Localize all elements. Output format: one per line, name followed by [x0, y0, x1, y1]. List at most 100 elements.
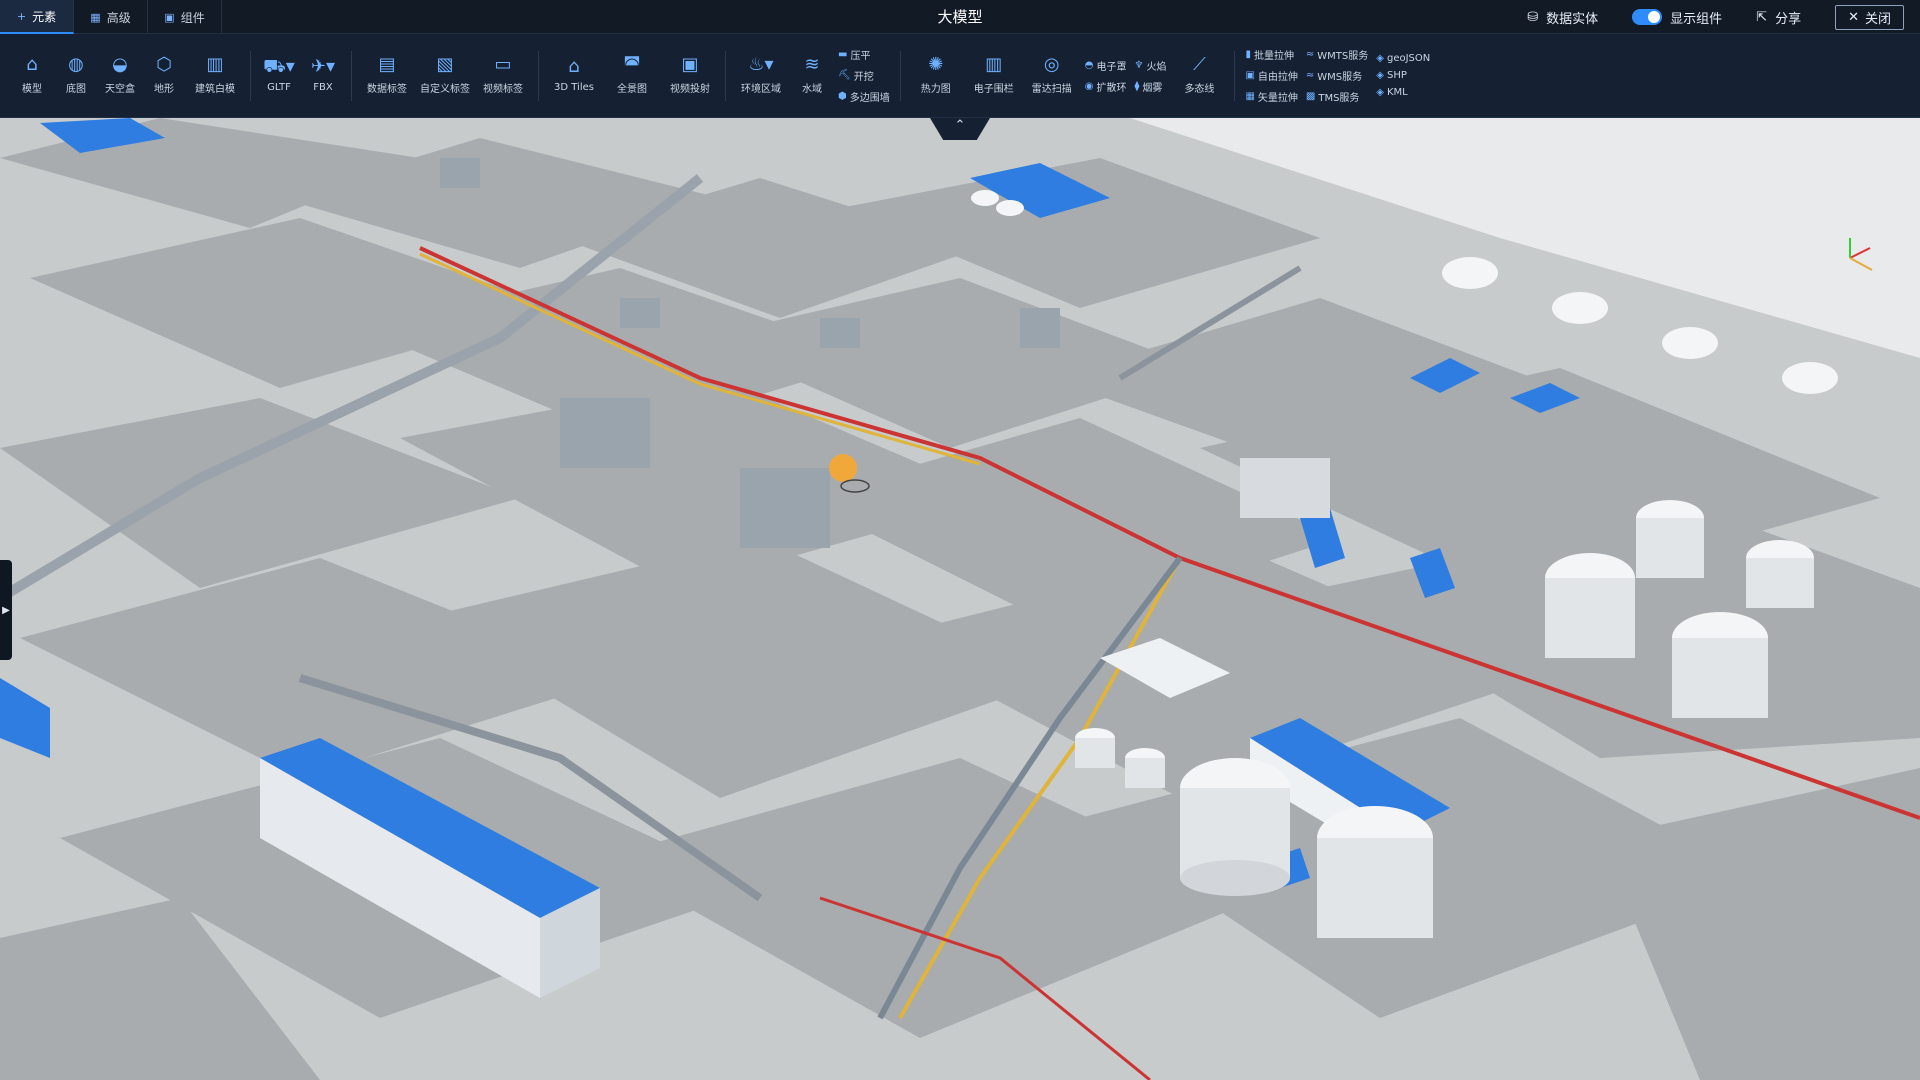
tool-terrain[interactable]: ⬡ 地形: [142, 41, 186, 111]
share-button[interactable]: ⇱ 分享: [1756, 8, 1801, 27]
component-icon: ▣: [164, 10, 175, 24]
tool-tms[interactable]: ▩ TMS服务: [1306, 89, 1368, 104]
divider: [538, 50, 539, 101]
tool-building[interactable]: ▥ 建筑白模: [186, 41, 244, 111]
tool-excavate[interactable]: ⛏ 开挖: [838, 68, 890, 83]
ripple-icon: ◉: [1084, 80, 1094, 92]
tool-wmts[interactable]: ≈ WMTS服务: [1306, 47, 1368, 62]
mode-tabs: + 元素 ▦ 高级 ▣ 组件: [0, 0, 222, 34]
geojson-icon: ◈: [1376, 53, 1384, 64]
building-icon: ▥: [206, 54, 224, 75]
video-project-icon: ▣: [681, 54, 699, 75]
close-button[interactable]: ✕ 关闭: [1835, 4, 1904, 30]
toggle-switch[interactable]: [1632, 9, 1663, 25]
shield-icon: ◓: [1084, 59, 1094, 71]
tool-ripple[interactable]: ◉ 扩散环: [1085, 79, 1127, 94]
tool-vector-extrude[interactable]: ▦ 矢量拉伸: [1245, 89, 1297, 104]
tool-video-label[interactable]: ▭ 视频标签: [474, 41, 532, 111]
share-icon: ⇱: [1756, 9, 1768, 25]
env-area-icon: ♨▾: [748, 54, 774, 75]
smoke-icon: ⧫: [1134, 80, 1140, 92]
custom-label-icon: ▧: [436, 54, 454, 75]
tool-video-project[interactable]: ▣ 视频投射: [661, 41, 719, 111]
env-stack: ▬ 压平 ⛏ 开挖 ⬢ 多边围墙: [834, 47, 894, 104]
tool-panorama[interactable]: ◚ 全景图: [603, 41, 661, 111]
data-label-icon: ▤: [378, 54, 396, 75]
tool-shield[interactable]: ◓ 电子罩: [1085, 58, 1127, 73]
divider: [725, 50, 726, 101]
wall-icon: ⬢: [838, 91, 847, 102]
tool-polyline[interactable]: ⟋ 多态线: [1170, 41, 1228, 111]
chevron-right-icon: ▶: [2, 604, 10, 616]
axis-gizmo-icon: [1849, 238, 1873, 271]
tool-wms[interactable]: ≈ WMS服务: [1306, 68, 1368, 83]
scene-canvas: [0, 118, 1920, 1080]
excavate-icon: ⛏: [838, 70, 851, 81]
fence-icon: ▥: [985, 54, 1003, 75]
collapse-icon: ⌃: [954, 118, 966, 133]
tms-icon: ▩: [1305, 91, 1316, 102]
fbx-icon: ✈▾: [310, 56, 336, 77]
tab-components[interactable]: ▣ 组件: [148, 0, 222, 34]
divider: [250, 50, 251, 101]
tab-elements[interactable]: + 元素: [0, 0, 74, 34]
model-icon: ⌂: [26, 54, 38, 75]
kml-icon: ◈: [1376, 87, 1384, 98]
top-right-controls: ⛁ 数据实体 显示组件 ⇱ 分享 ✕ 关闭: [1527, 0, 1904, 34]
extrude-stack: ▮ 批量拉伸 ▣ 自由拉伸 ▦ 矢量拉伸: [1241, 47, 1301, 104]
tool-polygon-wall[interactable]: ⬢ 多边围墙: [838, 89, 890, 104]
tool-shp[interactable]: ◈ SHP: [1376, 70, 1430, 81]
toolbar: ⌂ 模型 ◍ 底图 ◒ 天空盒 ⬡ 地形 ▥ 建筑白模 ⛟▾ GLTF ✈▾ FBX ▤ 数据标…: [0, 34, 1920, 118]
grid-icon: ▦: [90, 10, 101, 24]
radar-icon: ◎: [1043, 54, 1060, 75]
tool-radar[interactable]: ◎ 雷达扫描: [1023, 41, 1081, 111]
side-panel-handle[interactable]: ▶: [0, 560, 12, 660]
tool-flatten[interactable]: ▬ 压平: [838, 47, 890, 62]
flame-icon: ♆: [1134, 59, 1144, 71]
heatmap-icon: ✺: [928, 54, 944, 75]
divider: [1234, 50, 1236, 101]
tool-gltf[interactable]: ⛟▾ GLTF: [257, 41, 301, 111]
tool-custom-label[interactable]: ▧ 自定义标签: [416, 41, 474, 111]
panorama-icon: ◚: [623, 54, 641, 75]
divider: [351, 50, 352, 101]
tool-fence[interactable]: ▥ 电子围栏: [965, 41, 1023, 111]
wmts-icon: ≈: [1305, 49, 1315, 60]
polyline-icon: ⟋: [1193, 54, 1206, 75]
terrain-icon: ⬡: [156, 54, 172, 75]
shp-icon: ◈: [1376, 70, 1384, 81]
service-stack: ≈ WMTS服务 ≈ WMS服务 ▩ TMS服务: [1302, 47, 1372, 104]
bars-icon: ▮: [1245, 49, 1251, 60]
tab-advanced[interactable]: ▦ 高级: [74, 0, 148, 34]
tool-geojson[interactable]: ◈ geoJSON: [1376, 53, 1430, 64]
tool-flame[interactable]: ♆ 火焰: [1134, 58, 1166, 73]
fx-stack-2: ♆ 火焰 ⧫ 烟雾: [1130, 58, 1170, 94]
water-icon: ≋: [804, 54, 820, 75]
show-components-toggle[interactable]: 显示组件: [1632, 8, 1722, 27]
close-icon: ✕: [1848, 9, 1859, 25]
database-icon: ⛁: [1527, 9, 1539, 25]
tool-heatmap[interactable]: ✺ 热力图: [907, 41, 965, 111]
tool-skybox[interactable]: ◒ 天空盒: [98, 41, 142, 111]
flatten-icon: ▬: [838, 49, 848, 60]
divider: [899, 50, 901, 101]
tool-3d-tiles[interactable]: ⌂ 3D Tiles: [545, 41, 603, 111]
file-stack: ◈ geoJSON ◈ SHP ◈ KML: [1372, 53, 1434, 98]
tool-basemap[interactable]: ◍ 底图: [54, 41, 98, 111]
tool-data-label[interactable]: ▤ 数据标签: [358, 41, 416, 111]
fx-stack-1: ◓ 电子罩 ◉ 扩散环: [1081, 58, 1131, 94]
tool-free-extrude[interactable]: ▣ 自由拉伸: [1245, 68, 1297, 83]
tool-fbx[interactable]: ✈▾ FBX: [301, 41, 345, 111]
skybox-icon: ◒: [112, 54, 128, 75]
plus-icon: +: [16, 9, 27, 23]
data-entity-button[interactable]: ⛁ 数据实体: [1527, 8, 1598, 27]
tool-water[interactable]: ≋ 水域: [790, 41, 834, 111]
tool-model[interactable]: ⌂ 模型: [10, 41, 54, 111]
tool-kml[interactable]: ◈ KML: [1376, 87, 1430, 98]
tool-batch-extrude[interactable]: ▮ 批量拉伸: [1245, 47, 1297, 62]
vector-icon: ▦: [1245, 91, 1255, 102]
tool-env-area[interactable]: ♨▾ 环境区域: [732, 41, 790, 111]
tool-smoke[interactable]: ⧫ 烟雾: [1134, 79, 1166, 94]
3d-viewport[interactable]: [0, 118, 1920, 1080]
wms-icon: ≈: [1305, 70, 1315, 81]
